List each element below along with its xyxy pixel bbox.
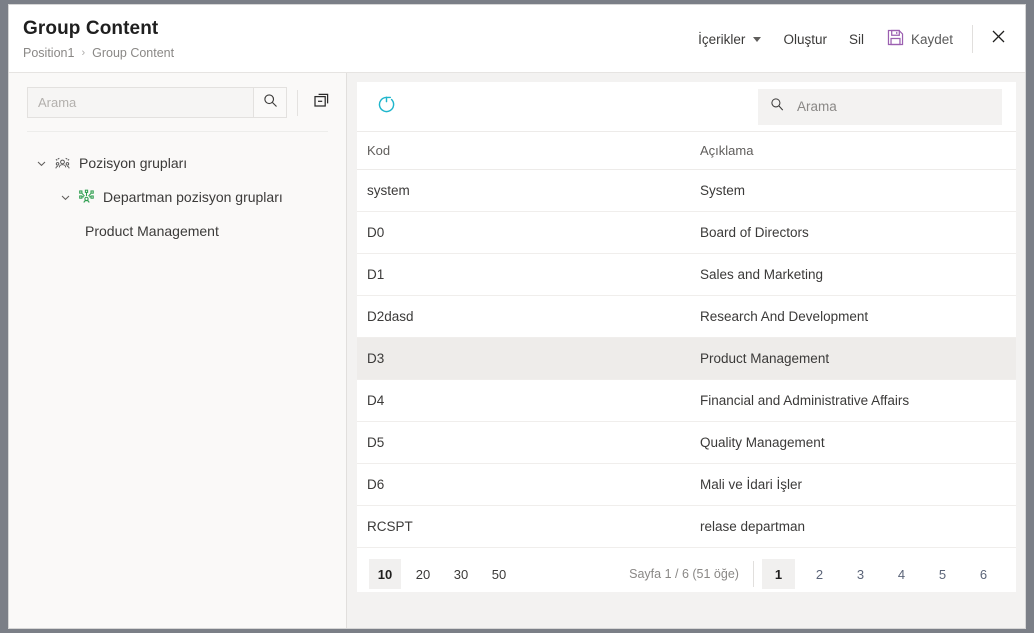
delete-label: Sil [849,32,864,47]
breadcrumb-item-group-content[interactable]: Group Content [92,45,174,61]
tree: Pozisyon grupları [9,132,346,628]
tree-node-pozisyon-gruplari[interactable]: Pozisyon grupları [9,146,346,180]
breadcrumb-separator-icon: › [81,45,85,61]
cell-kod: D2dasd [357,296,690,338]
page-number-group: 123456 [762,559,1004,589]
group-content-window: Group Content Position1 › Group Content … [8,4,1026,629]
page-size-50[interactable]: 50 [483,559,515,589]
delete-button[interactable]: Sil [838,25,875,54]
cell-aciklama: Sales and Marketing [690,254,1016,296]
save-button[interactable]: Kaydet [875,21,964,57]
table-row[interactable]: D2dasdResearch And Development [357,296,1016,338]
tree-search-input[interactable] [28,88,253,117]
create-button[interactable]: Oluştur [772,25,838,54]
collapse-all-icon [312,91,331,115]
tree-node-departman-pozisyon-gruplari[interactable]: Departman pozisyon grupları [9,180,346,214]
window-header: Group Content Position1 › Group Content … [9,5,1025,73]
table-row[interactable]: systemSystem [357,170,1016,212]
page-number-2[interactable]: 2 [803,559,836,589]
tree-node-label: Pozisyon grupları [79,155,187,171]
cell-aciklama: Mali ve İdari İşler [690,464,1016,506]
chevron-down-icon[interactable] [31,158,51,169]
page-size-10[interactable]: 10 [369,559,401,589]
grid-table-body: systemSystemD0Board of DirectorsD1Sales … [357,170,1016,548]
pagination: 10203050 Sayfa 1 / 6 (51 öğe) 123456 [357,548,1016,600]
page-title: Group Content [23,17,174,41]
table-row[interactable]: RCSPTrelase departman [357,506,1016,548]
page-number-4[interactable]: 4 [885,559,918,589]
people-group-icon [51,155,73,172]
grid-header-row: Kod Açıklama [357,132,1016,170]
cell-kod: D5 [357,422,690,464]
create-label: Oluştur [783,32,827,47]
table-row[interactable]: D4Financial and Administrative Affairs [357,380,1016,422]
tree-toolbar-divider [297,90,298,116]
column-header-kod[interactable]: Kod [357,132,690,170]
close-button[interactable] [981,22,1015,56]
tree-node-product-management[interactable]: Product Management [9,214,346,248]
breadcrumb-item-position1[interactable]: Position1 [23,45,74,61]
page-number-6[interactable]: 6 [967,559,1000,589]
refresh-icon [376,94,397,120]
cell-kod: D6 [357,464,690,506]
cell-kod: system [357,170,690,212]
grid-card: Kod Açıklama systemSystemD0Board of Dire… [357,82,1016,592]
page-number-3[interactable]: 3 [844,559,877,589]
tree-toolbar [9,73,346,131]
contents-dropdown-button[interactable]: İçerikler [687,25,772,54]
tree-pane: Pozisyon grupları [9,73,347,628]
grid-toolbar [357,82,1016,132]
table-row[interactable]: D6Mali ve İdari İşler [357,464,1016,506]
cell-aciklama: Board of Directors [690,212,1016,254]
tree-node-label: Departman pozisyon grupları [103,189,283,205]
grid-table: Kod Açıklama systemSystemD0Board of Dire… [357,132,1016,548]
cell-aciklama: Product Management [690,338,1016,380]
pagination-divider [753,561,754,587]
table-row[interactable]: D3Product Management [357,338,1016,380]
page-size-30[interactable]: 30 [445,559,477,589]
table-row[interactable]: D5Quality Management [357,422,1016,464]
contents-label: İçerikler [698,32,745,47]
grid-table-head: Kod Açıklama [357,132,1016,170]
refresh-button[interactable] [371,92,401,122]
grid-search-input[interactable] [797,99,990,114]
tree-search[interactable] [27,87,287,118]
column-header-aciklama[interactable]: Açıklama [690,132,1016,170]
page-size-20[interactable]: 20 [407,559,439,589]
cell-kod: D0 [357,212,690,254]
search-icon [770,97,785,117]
cell-aciklama: relase departman [690,506,1016,548]
save-label: Kaydet [911,32,953,47]
table-row[interactable]: D1Sales and Marketing [357,254,1016,296]
cell-kod: D1 [357,254,690,296]
org-network-icon [75,189,97,206]
cell-aciklama: Research And Development [690,296,1016,338]
cell-aciklama: Quality Management [690,422,1016,464]
chevron-down-icon[interactable] [55,192,75,203]
page-size-group: 10203050 [369,559,521,589]
collapse-all-button[interactable] [308,90,334,116]
search-icon [263,93,278,113]
tree-search-button[interactable] [253,88,286,117]
cell-kod: RCSPT [357,506,690,548]
close-icon [992,30,1005,48]
chevron-down-icon [753,37,761,42]
title-block: Group Content Position1 › Group Content [23,17,174,61]
page-number-1[interactable]: 1 [762,559,795,589]
grid-search[interactable] [758,89,1002,125]
grid-pane: Kod Açıklama systemSystemD0Board of Dire… [347,73,1025,628]
table-row[interactable]: D0Board of Directors [357,212,1016,254]
header-actions: İçerikler Oluştur Sil Kaydet [687,5,1025,73]
cell-kod: D4 [357,380,690,422]
pagination-status: Sayfa 1 / 6 (51 öğe) [629,567,753,581]
cell-aciklama: Financial and Administrative Affairs [690,380,1016,422]
cell-aciklama: System [690,170,1016,212]
tree-node-label: Product Management [85,223,219,239]
header-divider [972,25,973,53]
save-floppy-icon [886,28,905,50]
page-number-5[interactable]: 5 [926,559,959,589]
breadcrumb: Position1 › Group Content [23,45,174,61]
cell-kod: D3 [357,338,690,380]
window-body: Pozisyon grupları [9,73,1025,628]
